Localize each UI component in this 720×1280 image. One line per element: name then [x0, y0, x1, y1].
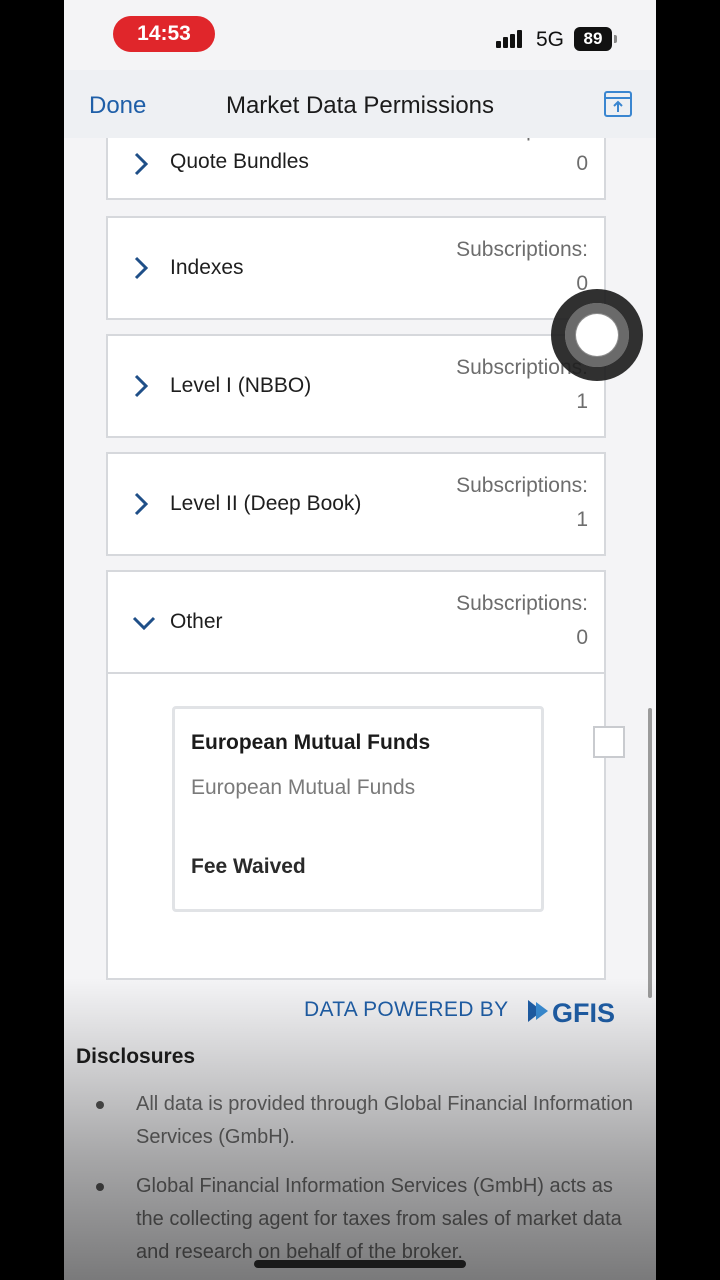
chevron-right-icon [134, 492, 149, 516]
subscriptions-label: Subscriptions: [456, 592, 588, 615]
category-level-1[interactable]: Level I (NBBO) Subscriptions: 1 [106, 334, 606, 438]
subscriptions-label: Subscriptions: [456, 138, 588, 142]
category-other[interactable]: Other Subscriptions: 0 [106, 570, 606, 674]
chevron-right-icon [134, 152, 149, 176]
subscriptions-label: Subscriptions: [456, 238, 588, 261]
subscriptions-label: Subscriptions: [456, 474, 588, 497]
signal-icon [496, 30, 528, 48]
fund-subtitle: European Mutual Funds [191, 776, 416, 799]
done-button[interactable]: Done [89, 92, 146, 120]
app-screen: 14:53 5G 89 Market Data Permissions Done… [64, 0, 656, 1280]
category-label: Level II (Deep Book) [170, 492, 362, 515]
bullet-icon [96, 1101, 104, 1109]
chevron-right-icon [134, 256, 149, 280]
page-title: Market Data Permissions [225, 92, 495, 119]
gfis-logo: GFIS [528, 998, 615, 1028]
category-quote-bundles[interactable]: Quote Bundles Subscriptions: 0 [106, 138, 606, 200]
fund-fee: Fee Waived [191, 855, 306, 878]
disclosures-title: Disclosures [76, 1045, 196, 1068]
export-icon[interactable] [604, 91, 632, 117]
chevron-down-icon [132, 616, 156, 631]
fund-checkbox[interactable] [593, 726, 625, 758]
fund-card[interactable]: European Mutual Funds European Mutual Fu… [172, 706, 544, 912]
nav-bar: Market Data Permissions Done [64, 70, 656, 138]
other-expanded-panel: European Mutual Funds European Mutual Fu… [106, 674, 606, 980]
powered-by-label: DATA POWERED BY [304, 998, 509, 1021]
touch-indicator [551, 289, 643, 381]
status-time: 14:53 [113, 16, 215, 52]
category-label: Indexes [170, 256, 244, 279]
category-level-2[interactable]: Level II (Deep Book) Subscriptions: 1 [106, 452, 606, 556]
disclosure-item: Global Financial Information Services (G… [136, 1175, 622, 1263]
subscriptions-count: 1 [576, 390, 588, 413]
bullet-icon [96, 1183, 104, 1191]
subscriptions-count: 0 [576, 626, 588, 649]
category-indexes[interactable]: Indexes Subscriptions: 0 [106, 216, 606, 320]
network-label: 5G [536, 28, 565, 51]
category-label: Quote Bundles [170, 150, 309, 173]
category-label: Level I (NBBO) [170, 374, 312, 397]
fund-title: European Mutual Funds [191, 731, 431, 754]
status-bar: 14:53 5G 89 [64, 0, 656, 70]
category-label: Other [170, 610, 223, 633]
home-indicator[interactable] [254, 1260, 466, 1268]
chevron-right-icon [134, 374, 149, 398]
gfis-logo-text: GFIS [552, 998, 615, 1028]
disclosure-item: All data is provided through Global Fina… [136, 1093, 633, 1148]
subscriptions-count: 1 [576, 508, 588, 531]
battery-icon: 89 [574, 27, 617, 51]
scrollbar[interactable] [648, 708, 652, 998]
subscriptions-count: 0 [576, 152, 588, 175]
